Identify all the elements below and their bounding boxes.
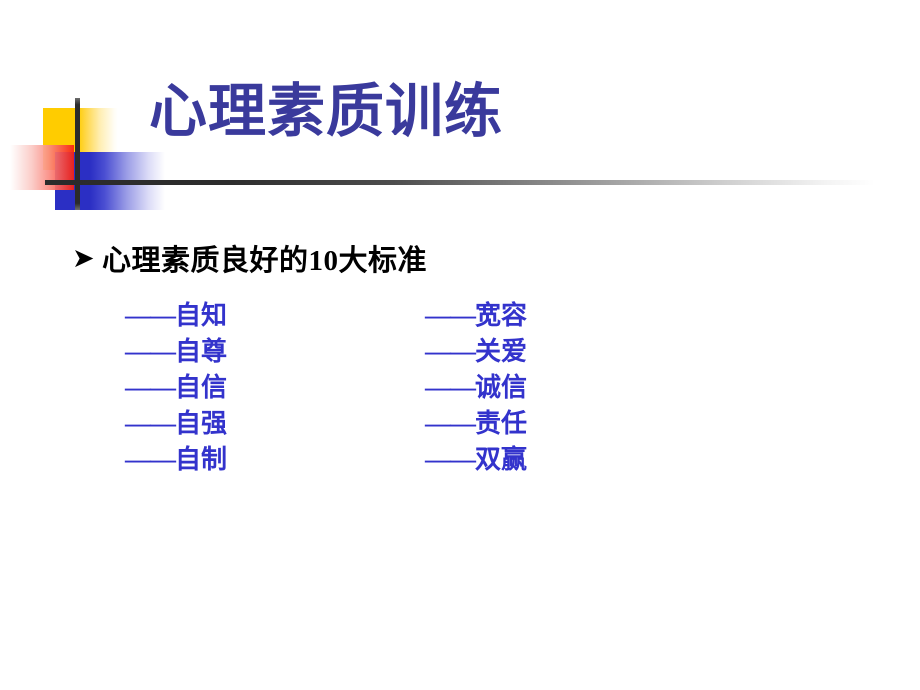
- standards-left-column: ——自知 ——自尊 ——自信 ——自强 ——自制: [125, 298, 425, 478]
- em-dash: ——: [125, 301, 176, 330]
- list-item: ——自知: [125, 298, 425, 334]
- em-dash: ——: [125, 445, 176, 474]
- list-item: ——关爱: [425, 334, 725, 370]
- list-item: ——自制: [125, 442, 425, 478]
- em-dash: ——: [125, 409, 176, 438]
- list-item-label: 诚信: [475, 373, 528, 402]
- slide-title: 心理素质训练: [148, 79, 503, 144]
- list-item-label: 自制: [175, 445, 228, 474]
- presentation-slide: 心理素质训练 ➤ 心理素质良好的10大标准 ——自知 ——自尊 ——自信 ——自…: [0, 0, 920, 690]
- list-item: ——自信: [125, 370, 425, 406]
- list-item: ——诚信: [425, 370, 725, 406]
- list-item-label: 双赢: [475, 445, 528, 474]
- list-item-label: 自强: [175, 409, 228, 438]
- list-item: ——自强: [125, 406, 425, 442]
- em-dash: ——: [125, 337, 176, 366]
- list-item: ——双赢: [425, 442, 725, 478]
- em-dash: ——: [125, 373, 176, 402]
- list-item: ——责任: [425, 406, 725, 442]
- standards-list: ——自知 ——自尊 ——自信 ——自强 ——自制 ——宽容 ——关爱 ——诚信 …: [125, 298, 725, 478]
- em-dash: ——: [425, 373, 476, 402]
- red-block-shape: [10, 145, 74, 190]
- list-item-label: 关爱: [475, 337, 528, 366]
- bullet-heading-label: 心理素质良好的10大标准: [102, 245, 428, 277]
- em-dash: ——: [425, 301, 476, 330]
- arrow-bullet-icon: ➤: [72, 242, 95, 274]
- em-dash: ——: [425, 445, 476, 474]
- bullet-heading: ➤ 心理素质良好的10大标准: [72, 237, 427, 279]
- em-dash: ——: [425, 409, 476, 438]
- em-dash: ——: [425, 337, 476, 366]
- blue-block-shape: [55, 152, 165, 210]
- list-item-label: 宽容: [475, 301, 528, 330]
- standards-right-column: ——宽容 ——关爱 ——诚信 ——责任 ——双赢: [425, 298, 725, 478]
- list-item-label: 自知: [175, 301, 228, 330]
- list-item: ——宽容: [425, 298, 725, 334]
- horizontal-rule: [45, 180, 875, 185]
- list-item-label: 自尊: [175, 337, 228, 366]
- list-item-label: 自信: [175, 373, 228, 402]
- list-item-label: 责任: [475, 409, 528, 438]
- list-item: ——自尊: [125, 334, 425, 370]
